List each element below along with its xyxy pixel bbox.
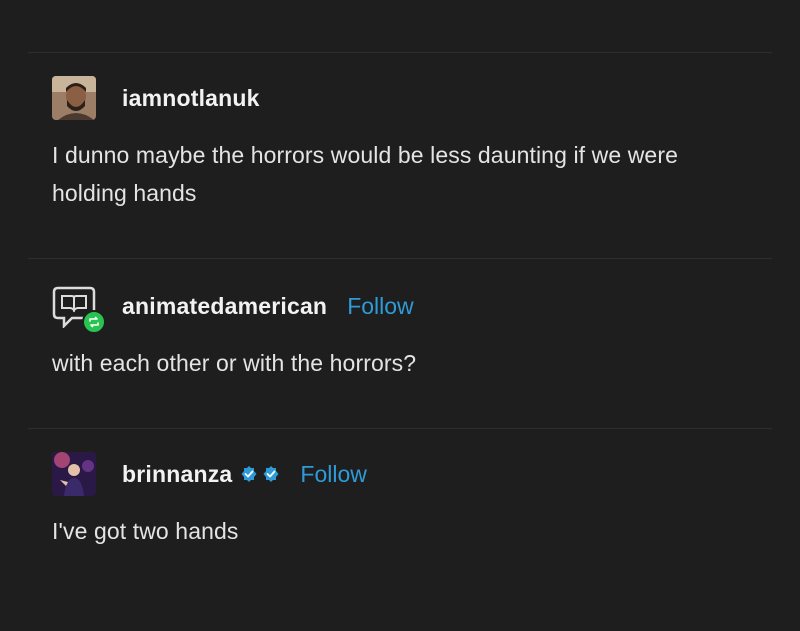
- verified-badges: [240, 465, 280, 483]
- post-divider: [28, 428, 772, 429]
- follow-button[interactable]: Follow: [300, 461, 366, 488]
- verified-badge-icon[interactable]: [262, 465, 280, 483]
- username[interactable]: animatedamerican: [122, 293, 327, 320]
- reblog-entry: brinnanza Follow I've got two hands: [52, 448, 752, 550]
- post-text: I've got two hands: [52, 518, 239, 544]
- reblog-entry: animatedamerican Follow with each other …: [52, 280, 752, 382]
- stage-photo: [52, 452, 96, 496]
- post-text: I dunno maybe the horrors would be less …: [52, 142, 678, 206]
- person-photo-avatar[interactable]: [52, 76, 96, 120]
- post-divider: [28, 52, 772, 53]
- book-speech-bubble-avatar[interactable]: [52, 284, 106, 334]
- reblog-icon: [82, 310, 106, 334]
- person-photo: [52, 76, 96, 120]
- reblog-entry: iamnotlanuk I dunno maybe the horrors wo…: [52, 72, 752, 212]
- post-header: brinnanza Follow: [52, 448, 752, 500]
- post-header: iamnotlanuk: [52, 72, 752, 124]
- stage-photo-avatar[interactable]: [52, 452, 96, 496]
- post-text: with each other or with the horrors?: [52, 350, 417, 376]
- post-header: animatedamerican Follow: [52, 280, 752, 334]
- follow-button[interactable]: Follow: [347, 293, 413, 320]
- username[interactable]: iamnotlanuk: [122, 85, 260, 112]
- post-divider: [28, 258, 772, 259]
- verified-badge-icon[interactable]: [240, 465, 258, 483]
- username[interactable]: brinnanza: [122, 461, 232, 488]
